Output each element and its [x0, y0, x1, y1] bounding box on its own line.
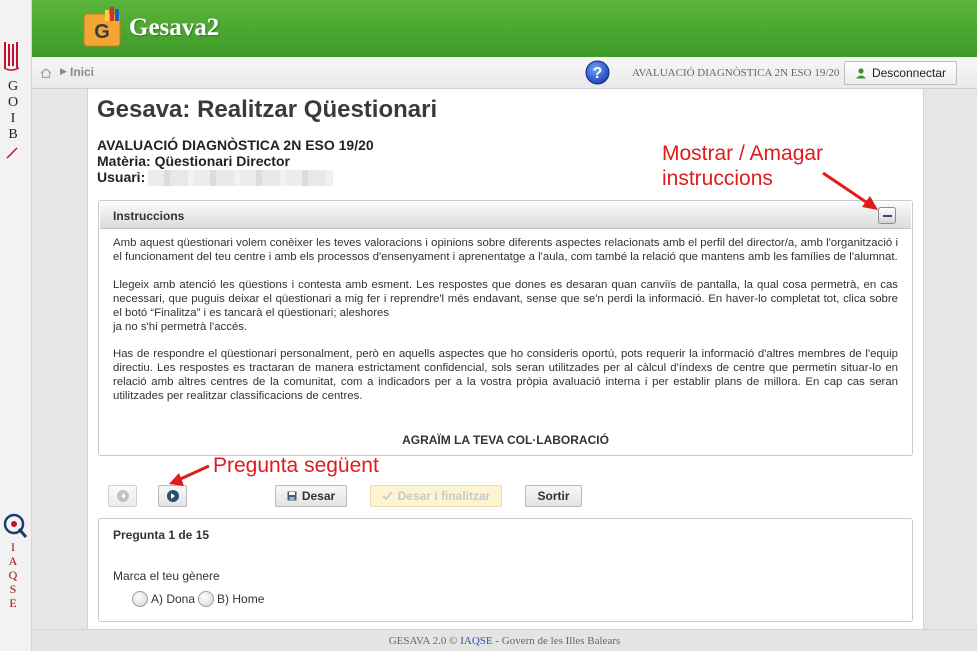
question-text: Marca el teu gènere [113, 569, 220, 583]
minus-icon[interactable] [878, 207, 896, 224]
goib-letter: B [8, 127, 18, 142]
left-brand-strip: G O I B I A Q S E [0, 0, 32, 651]
iaqse-letter: A [8, 554, 18, 568]
iaqse-letter: S [9, 582, 17, 596]
iaqse-letter: E [9, 596, 17, 610]
main-content: Gesava: Realitzar Qüestionari AVALUACIÓ … [87, 89, 924, 629]
save-button[interactable]: Desar [275, 485, 347, 507]
redacted-username [148, 170, 333, 186]
goib-crest-icon [3, 42, 20, 71]
next-question-button[interactable] [158, 485, 187, 507]
instructions-paragraph: Amb aquest qüestionari volem conèixer le… [113, 237, 898, 263]
radio-dona[interactable] [132, 591, 148, 607]
user-label: Usuari: [97, 169, 146, 185]
option-dona[interactable]: A) Dona [132, 591, 195, 607]
footer-prefix: GESAVA 2.0 © [388, 635, 461, 647]
app-header: G Gesava2 [32, 0, 977, 57]
save-label: Desar [301, 489, 336, 503]
instructions-paragraph: Has de respondre el qüestionari personal… [113, 348, 898, 403]
goib-letter: O [7, 95, 19, 110]
previous-icon [116, 490, 129, 502]
footer: GESAVA 2.0 © IAQSE - Govern de les Illes… [32, 629, 977, 651]
iaqse-letter: I [11, 540, 15, 554]
footer-suffix: - Govern de les Illes Balears [492, 635, 621, 647]
goib-slash-icon [6, 147, 18, 159]
next-question-note: Pregunta següent [213, 454, 379, 477]
goib-letter: G [7, 79, 19, 94]
chevron-right-icon: ▶ [60, 66, 67, 76]
save-and-finish-button[interactable]: Desar i finalitzar [370, 485, 502, 507]
logout-button[interactable]: Desconnectar [844, 61, 957, 85]
page-title: Gesava: Realitzar Qüestionari [97, 96, 438, 123]
subject-name: Matèria: Qüestionari Director [97, 153, 290, 169]
floppy-icon [287, 491, 297, 501]
questionnaire-label: AVALUACIÓ DIAGNÒSTICA 2N ESO 19/20 [632, 67, 840, 79]
previous-question-button[interactable] [108, 485, 137, 507]
instructions-panel: Instruccions Amb aquest qüestionari vole… [98, 200, 913, 456]
question-counter: Pregunta 1 de 15 [113, 528, 210, 542]
home-icon[interactable] [40, 68, 52, 78]
radio-home[interactable] [198, 591, 215, 607]
exit-button[interactable]: Sortir [525, 485, 582, 507]
help-icon[interactable]: ? [585, 60, 610, 85]
svg-text:?: ? [593, 65, 603, 82]
logout-label: Desconnectar [871, 66, 947, 80]
iaqse-link[interactable]: IAQSE [460, 635, 492, 647]
option-label: A) Dona [151, 592, 196, 606]
app-title[interactable]: Gesava2 [129, 14, 219, 42]
toggle-instructions-note-line2: instruccions [662, 167, 773, 190]
next-icon [166, 490, 179, 502]
breadcrumb-home-link[interactable]: Inici [70, 65, 94, 79]
instructions-paragraph: ja no s'hi permetrà l'accés. [113, 320, 248, 333]
instructions-body: Amb aquest qüestionari volem conèixer le… [113, 237, 898, 418]
app-logo-icon: G [83, 7, 121, 47]
option-label: B) Home [217, 592, 265, 606]
check-icon [381, 491, 393, 501]
exit-label: Sortir [537, 489, 570, 503]
answer-options: A) Dona B) Home [132, 591, 267, 607]
question-panel: Pregunta 1 de 15 Marca el teu gènere A) … [98, 518, 913, 622]
iaqse-logo-icon [3, 513, 28, 538]
toggle-instructions-note: Mostrar / Amagar [662, 142, 824, 165]
goib-letter: I [10, 111, 16, 126]
app-logo-letter: G [94, 21, 110, 43]
instructions-title: Instruccions [113, 209, 185, 223]
iaqse-letter: Q [8, 568, 18, 582]
thanks-text: AGRAÏM LA TEVA COL·LABORACIÓ [402, 433, 609, 447]
user-icon [855, 68, 866, 79]
breadcrumb-bar: ▶ Inici ? AVALUACIÓ DIAGNÒSTICA 2N ESO 1… [32, 57, 977, 89]
option-home[interactable]: B) Home [198, 591, 264, 607]
instructions-paragraph: Llegeix amb atenció les qüestions i cont… [113, 278, 898, 319]
instructions-header: Instruccions [100, 202, 911, 229]
evaluation-name: AVALUACIÓ DIAGNÒSTICA 2N ESO 19/20 [97, 137, 374, 153]
save-and-finish-label: Desar i finalitzar [397, 489, 491, 503]
